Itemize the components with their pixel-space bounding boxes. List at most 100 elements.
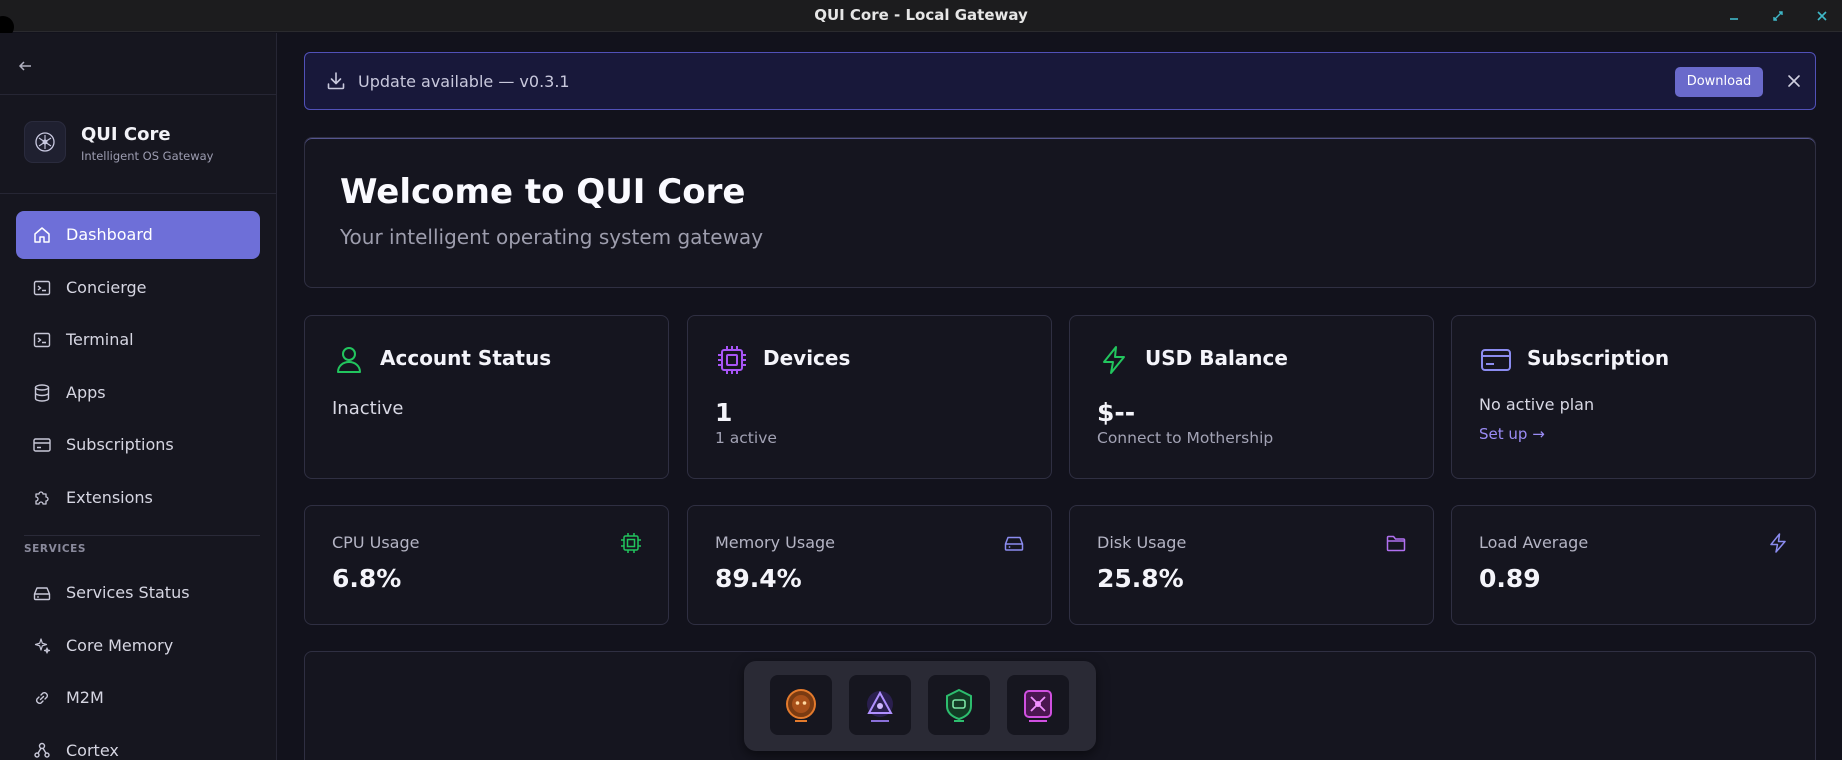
network-icon xyxy=(1024,690,1052,722)
minimize-icon xyxy=(1730,18,1738,20)
balance-sub: Connect to Mothership xyxy=(1097,429,1274,447)
window-title: QUI Core - Local Gateway xyxy=(814,6,1028,24)
drive-icon xyxy=(1004,536,1024,551)
metric-value: 25.8% xyxy=(1097,564,1184,593)
sidebar-item-label: Concierge xyxy=(66,278,147,297)
maximize-button[interactable] xyxy=(1768,6,1788,26)
sidebar-item-terminal[interactable]: Terminal xyxy=(16,316,260,364)
sidebar-item-apps[interactable]: Apps xyxy=(16,369,260,417)
sidebar-item-subscriptions[interactable]: Subscriptions xyxy=(16,421,260,469)
brand-name: QUI Core xyxy=(81,124,171,145)
download-button[interactable]: Download xyxy=(1675,67,1763,97)
logo-icon xyxy=(35,132,55,152)
card-title: Devices xyxy=(763,346,851,370)
card-title: Account Status xyxy=(380,346,552,370)
update-message: Update available — v0.3.1 xyxy=(358,72,570,91)
devices-count: 1 xyxy=(715,398,733,427)
minimize-button[interactable] xyxy=(1724,6,1744,26)
cpu-usage-card: CPU Usage 6.8% xyxy=(304,505,669,625)
bolt-icon xyxy=(1103,346,1125,374)
metric-value: 0.89 xyxy=(1479,564,1541,593)
brand-subtitle: Intelligent OS Gateway xyxy=(81,149,214,163)
arrow-left-icon xyxy=(18,61,31,71)
close-icon xyxy=(1817,11,1827,21)
divider xyxy=(0,94,277,95)
metric-label: Load Average xyxy=(1479,533,1589,552)
back-button[interactable] xyxy=(14,55,36,77)
puzzle-icon xyxy=(35,491,49,505)
sidebar-item-m2m[interactable]: M2M xyxy=(16,674,260,722)
triangle-icon xyxy=(867,690,893,722)
link-icon xyxy=(36,692,48,704)
user-icon xyxy=(337,347,361,373)
account-status-value: Inactive xyxy=(332,398,404,419)
metric-value: 89.4% xyxy=(715,564,802,593)
metric-value: 6.8% xyxy=(332,564,402,593)
dock-app-4[interactable] xyxy=(1007,675,1069,735)
sidebar-item-label: M2M xyxy=(66,688,104,707)
chip-icon xyxy=(621,533,641,553)
subscription-card: Subscription No active plan Set up → xyxy=(1451,315,1816,479)
sidebar-item-label: Apps xyxy=(66,383,106,402)
card-icon xyxy=(1481,349,1511,371)
sidebar: QUI Core Intelligent OS Gateway Dashboar… xyxy=(0,33,277,760)
sparkles-icon xyxy=(34,638,51,654)
sidebar-item-label: Core Memory xyxy=(66,636,174,655)
app-dock xyxy=(744,661,1096,751)
maximize-icon xyxy=(1773,11,1783,21)
sidebar-item-extensions[interactable]: Extensions xyxy=(16,474,260,522)
memory-usage-card: Memory Usage 89.4% xyxy=(687,505,1052,625)
divider xyxy=(0,193,277,194)
load-average-card: Load Average 0.89 xyxy=(1451,505,1816,625)
setup-link[interactable]: Set up → xyxy=(1479,425,1545,443)
sidebar-item-core-memory[interactable]: Core Memory xyxy=(16,622,260,670)
devices-card: Devices 1 1 active xyxy=(687,315,1052,479)
window-titlebar: QUI Core - Local Gateway xyxy=(0,0,1842,38)
orange-face-icon xyxy=(786,689,816,722)
sidebar-item-label: Services Status xyxy=(66,583,190,602)
shield-icon xyxy=(946,688,972,722)
disk-usage-card: Disk Usage 25.8% xyxy=(1069,505,1434,625)
update-banner: Update available — v0.3.1 Download xyxy=(304,52,1816,110)
sidebar-item-dashboard[interactable]: Dashboard xyxy=(16,211,260,259)
dock-app-2[interactable] xyxy=(849,675,911,735)
database-icon xyxy=(34,384,50,402)
folder-icon xyxy=(1386,535,1406,552)
download-icon xyxy=(327,72,345,90)
welcome-panel: Welcome to QUI Core Your intelligent ope… xyxy=(304,137,1816,288)
terminal-icon xyxy=(33,332,51,348)
sidebar-item-services-status[interactable]: Services Status xyxy=(16,569,260,617)
metric-label: CPU Usage xyxy=(332,533,420,552)
sidebar-item-label: Extensions xyxy=(66,488,153,507)
chip-icon xyxy=(718,346,746,374)
page-title: Welcome to QUI Core xyxy=(340,172,746,212)
page-subtitle: Your intelligent operating system gatewa… xyxy=(340,225,764,249)
network-icon xyxy=(34,742,50,758)
brand-logo xyxy=(24,121,66,163)
terminal-icon xyxy=(33,280,51,296)
bolt-icon xyxy=(1770,533,1786,553)
dock-app-3[interactable] xyxy=(928,675,990,735)
account-status-card: Account Status Inactive xyxy=(304,315,669,479)
divider xyxy=(24,535,260,536)
metric-label: Memory Usage xyxy=(715,533,836,552)
usd-balance-card: USD Balance $-- Connect to Mothership xyxy=(1069,315,1434,479)
balance-value: $-- xyxy=(1097,398,1136,427)
home-icon xyxy=(34,227,50,243)
sidebar-item-concierge[interactable]: Concierge xyxy=(16,264,260,312)
sidebar-item-cortex[interactable]: Cortex xyxy=(16,727,260,760)
close-window-button[interactable] xyxy=(1812,6,1832,26)
section-label-services: SERVICES xyxy=(24,543,87,555)
sidebar-item-label: Dashboard xyxy=(66,225,153,244)
sidebar-item-label: Cortex xyxy=(66,741,119,760)
sidebar-item-label: Terminal xyxy=(66,330,134,349)
card-icon xyxy=(33,438,51,452)
card-title: Subscription xyxy=(1527,346,1670,370)
metric-label: Disk Usage xyxy=(1097,533,1187,552)
drive-icon xyxy=(33,587,51,601)
card-title: USD Balance xyxy=(1145,346,1288,370)
dock-app-1[interactable] xyxy=(770,675,832,735)
sidebar-item-label: Subscriptions xyxy=(66,435,174,454)
close-icon[interactable] xyxy=(1783,70,1805,92)
subscription-value: No active plan xyxy=(1479,395,1595,414)
